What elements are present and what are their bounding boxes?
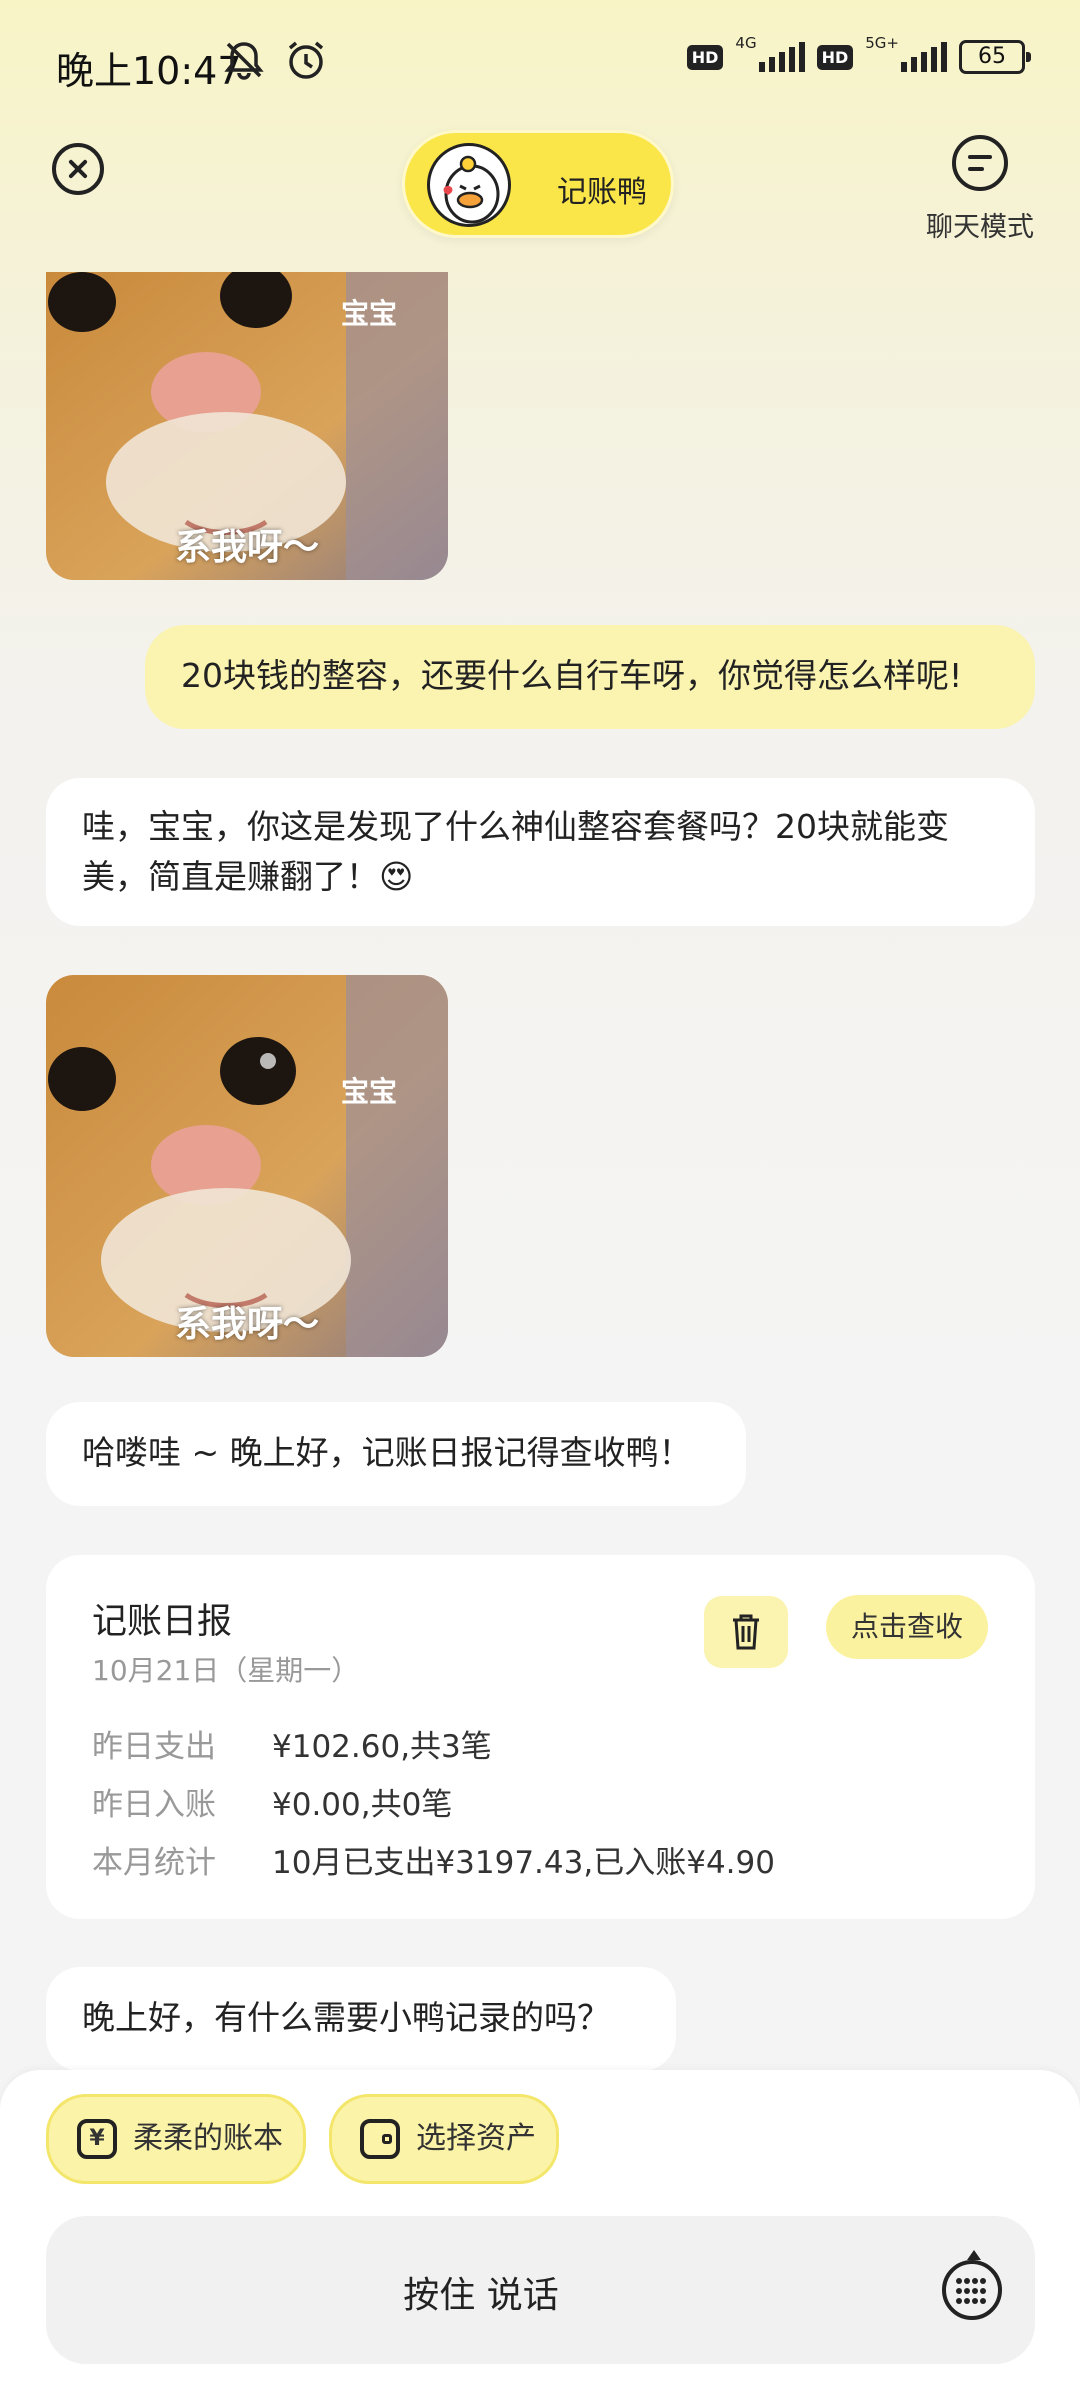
ledger-chip[interactable]: ¥ 柔柔的账本	[46, 2094, 306, 2184]
status-bar: 晚上10:47 HD 4G HD 5G+ 65	[0, 0, 1080, 120]
keyboard-icon[interactable]	[942, 2250, 1002, 2320]
assets-chip-label: 选择资产	[416, 2121, 536, 2156]
cat-sticker-image[interactable]: 宝宝 系我呀～	[46, 975, 448, 1357]
row-value: ¥102.60,共3笔	[272, 1729, 492, 1765]
system-indicators: HD 4G HD 5G+ 65	[686, 34, 1031, 74]
hd-badge: HD	[686, 44, 724, 70]
hold-to-talk-button[interactable]: 按住 说话	[46, 2216, 1035, 2364]
sticker-caption: 系我呀～	[174, 1304, 319, 1345]
row-key: 昨日支出	[92, 1729, 216, 1765]
report-title: 记账日报	[92, 1602, 233, 1642]
signal-icon	[758, 42, 805, 72]
daily-report-card: 记账日报 10月21日（星期一） 点击查收 昨日支出 ¥102.60,共3笔 昨日…	[46, 1555, 1035, 1919]
chat-mode-button[interactable]: 聊天模式	[920, 135, 1040, 244]
alarm-icon	[288, 41, 324, 79]
trash-icon	[733, 1614, 759, 1650]
user-message-bubble: 20块钱的整容，还要什么自行车呀，你觉得怎么样呢!	[145, 625, 1035, 729]
bot-message-bubble: 哇，宝宝，你这是发现了什么神仙整容套餐吗？20块就能变美，简直是赚翻了！😍	[46, 778, 1035, 926]
wallet-icon	[360, 2119, 400, 2159]
chat-mode-label: 聊天模式	[926, 212, 1034, 243]
ledger-icon: ¥	[77, 2119, 117, 2159]
bot-name: 记账鸭	[557, 175, 647, 210]
voice-label: 按住 说话	[403, 2275, 559, 2316]
network-type-1: 4G	[735, 34, 757, 52]
report-date: 10月21日（星期一）	[92, 1654, 360, 1687]
cat-sticker-image[interactable]: 宝宝 系我呀～	[46, 272, 448, 580]
battery-icon: 65	[959, 40, 1031, 74]
network-type-2: 5G+	[865, 34, 899, 52]
duck-avatar	[427, 143, 511, 227]
report-row: 昨日入账 ¥0.00,共0笔	[92, 1779, 452, 1824]
sticker-side-caption: 宝宝	[341, 297, 398, 330]
row-key: 本月统计	[92, 1845, 216, 1881]
mute-icon	[224, 42, 264, 80]
row-key: 昨日入账	[92, 1787, 216, 1823]
status-icons	[222, 38, 328, 82]
signal-icon	[901, 42, 947, 72]
sticker-caption: 系我呀～	[174, 527, 319, 568]
ledger-chip-label: 柔柔的账本	[133, 2121, 283, 2156]
report-row: 本月统计 10月已支出¥3197.43,已入账¥4.90	[92, 1837, 775, 1882]
bot-profile-pill[interactable]: 记账鸭	[402, 130, 674, 238]
delete-button[interactable]	[704, 1596, 788, 1668]
hd-badge: HD	[816, 44, 854, 70]
status-time: 晚上10:47	[56, 49, 242, 93]
check-report-button[interactable]: 点击查收	[826, 1595, 988, 1659]
bot-message-bubble: 晚上好，有什么需要小鸭记录的吗？	[46, 1967, 676, 2071]
assets-chip[interactable]: 选择资产	[329, 2094, 559, 2184]
chat-bubble-icon	[952, 135, 1008, 191]
row-value: ¥0.00,共0笔	[272, 1787, 453, 1823]
input-panel: ¥ 柔柔的账本 选择资产 按住 说话	[0, 2070, 1080, 2400]
close-icon[interactable]	[52, 143, 104, 195]
bot-greeting-bubble: 哈喽哇 ~ 晚上好，记账日报记得查收鸭！	[46, 1402, 746, 1506]
row-value: 10月已支出¥3197.43,已入账¥4.90	[272, 1845, 775, 1881]
report-row: 昨日支出 ¥102.60,共3笔	[92, 1721, 492, 1766]
sticker-side-caption: 宝宝	[341, 1075, 398, 1108]
